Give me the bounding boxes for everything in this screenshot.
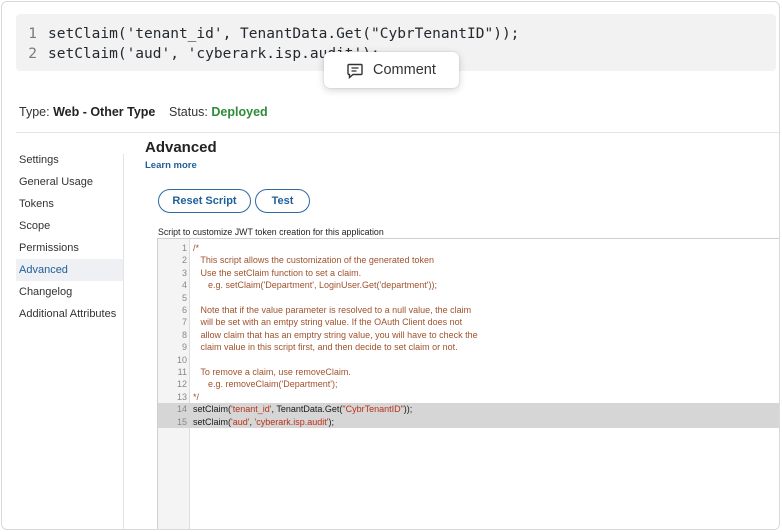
- editor-line-number: 6: [181, 305, 187, 315]
- comment-icon: [347, 63, 363, 79]
- test-button[interactable]: Test: [255, 189, 310, 213]
- sidebar-item-scope[interactable]: Scope: [16, 215, 123, 237]
- editor-line: 7 will be set with an emtpy string value…: [158, 316, 779, 328]
- editor-line: 1 /*: [158, 242, 779, 254]
- comment-token: e.g. setClaim('Department', LoginUser.Ge…: [193, 280, 437, 291]
- editor-line-number: 8: [181, 329, 187, 340]
- comment-label: Comment: [373, 62, 436, 78]
- comment-token: To remove a claim, use removeClaim.: [193, 367, 351, 377]
- comment-button[interactable]: Comment: [324, 52, 459, 88]
- editor-line-number: 15: [176, 416, 187, 427]
- editor-line: 15 setClaim('aud', 'cyberark.isp.audit');: [158, 415, 779, 428]
- snippet-line-code: setClaim('tenant_id', TenantData.Get("Cy…: [48, 26, 520, 42]
- string-token: 'tenant_id': [231, 404, 272, 415]
- comment-token: This script allows the customization of …: [193, 255, 434, 266]
- app-meta: Type: Web - Other Type Status: Deployed: [19, 105, 268, 119]
- editor-line: 13 */: [158, 391, 779, 403]
- editor-line-number: 13: [176, 391, 187, 402]
- editor-line: 12 e.g. removeClaim('Department');: [158, 378, 779, 390]
- editor-line-number: 10: [176, 354, 187, 365]
- editor-line-text: claim value in this script first, and th…: [193, 341, 458, 353]
- editor-line-text: */: [193, 391, 199, 403]
- editor-line: 11 To remove a claim, use removeClaim.: [158, 366, 779, 378]
- sidebar-item-general-usage[interactable]: General Usage: [16, 171, 123, 193]
- comment-token: Note that if the value parameter is reso…: [193, 305, 472, 315]
- code-token: setClaim(: [193, 416, 232, 427]
- editor-line-text: Use the setClaim function to set a claim…: [193, 267, 362, 279]
- status-value: Deployed: [211, 105, 268, 119]
- editor-line-number: 12: [176, 379, 187, 390]
- type-label: Type:: [19, 105, 50, 119]
- snippet-line-number: 2: [28, 46, 37, 62]
- editor-line-number: 3: [181, 267, 187, 278]
- editor-line-text: e.g. setClaim('Department', LoginUser.Ge…: [193, 279, 437, 291]
- sidebar-item-settings[interactable]: Settings: [16, 149, 123, 171]
- editor-line-number: 4: [181, 280, 187, 291]
- status: Status: Deployed: [169, 105, 268, 119]
- editor-line-text: setClaim('tenant_id', TenantData.Get("Cy…: [193, 403, 412, 415]
- sidebar-item-changelog[interactable]: Changelog: [16, 281, 123, 303]
- editor-line-text: setClaim('aud', 'cyberark.isp.audit');: [193, 416, 334, 428]
- page-title: Advanced: [145, 139, 217, 156]
- status-label: Status:: [169, 105, 208, 119]
- sidebar-item-advanced[interactable]: Advanced: [16, 259, 123, 281]
- editor-line: 4 e.g. setClaim('Department', LoginUser.…: [158, 279, 779, 291]
- sidebar-item-tokens[interactable]: Tokens: [16, 193, 123, 215]
- editor-line-number: 14: [176, 404, 187, 415]
- comment-token: allow claim that has an emptry string va…: [193, 329, 478, 340]
- editor-line-text: e.g. removeClaim('Department');: [193, 378, 337, 390]
- script-editor[interactable]: 1/* 2 This script allows the customizatio…: [157, 238, 779, 529]
- learn-more-link[interactable]: Learn more: [145, 160, 197, 171]
- string-token: 'cyberark.isp.audit': [254, 416, 329, 427]
- comment-token: claim value in this script first, and th…: [193, 342, 458, 353]
- editor-line-text: will be set with an emtpy string value. …: [193, 316, 463, 328]
- comment-token: will be set with an emtpy string value. …: [193, 317, 463, 328]
- snippet-line-number: 1: [28, 26, 37, 42]
- editor-line-text: allow claim that has an emptry string va…: [193, 329, 478, 341]
- editor-line-number: 11: [177, 367, 187, 377]
- editor-line-number: 7: [181, 317, 187, 328]
- editor-line-text: To remove a claim, use removeClaim.: [193, 366, 351, 378]
- string-token: 'aud': [231, 416, 250, 427]
- code-token: ));: [403, 404, 413, 415]
- editor-line: 8 allow claim that has an emptry string …: [158, 329, 779, 341]
- editor-line-text: This script allows the customization of …: [193, 254, 434, 266]
- code-token: setClaim(: [193, 404, 232, 415]
- editor-line-text: /*: [193, 242, 199, 254]
- editor-label: Script to customize JWT token creation f…: [158, 227, 384, 237]
- comment-token: */: [193, 391, 200, 402]
- editor-line: 2 This script allows the customization o…: [158, 254, 779, 266]
- editor-line-number: 2: [181, 255, 187, 266]
- reset-script-button[interactable]: Reset Script: [158, 189, 251, 213]
- type-value: Web - Other Type: [53, 105, 156, 119]
- comment-token: /*: [193, 243, 200, 253]
- comment-token: Use the setClaim function to set a claim…: [193, 267, 362, 278]
- code-token: );: [328, 416, 334, 427]
- app-window: 1 setClaim('tenant_id', TenantData.Get("C…: [1, 1, 780, 530]
- editor-line: 3 Use the setClaim function to set a cla…: [158, 267, 779, 279]
- sidebar-item-permissions[interactable]: Permissions: [16, 237, 123, 259]
- sidebar-item-additional-attributes[interactable]: Additional Attributes: [16, 303, 123, 325]
- header-divider: [16, 132, 779, 133]
- editor-line: 5: [158, 292, 779, 304]
- editor-line-number: 9: [181, 342, 187, 353]
- editor-line-number: 5: [181, 292, 187, 303]
- editor-line: 10: [158, 354, 779, 366]
- editor-line: 6 Note that if the value parameter is re…: [158, 304, 779, 316]
- editor-line-number: 1: [181, 243, 187, 253]
- editor-line: 14 setClaim('tenant_id', TenantData.Get("…: [158, 403, 779, 416]
- string-token: "CybrTenantID": [342, 404, 404, 415]
- sidebar-divider: [123, 154, 124, 529]
- code-token: , TenantData.Get(: [271, 404, 343, 415]
- editor-line: 9 claim value in this script first, and …: [158, 341, 779, 353]
- editor-line-text: Note that if the value parameter is reso…: [193, 304, 472, 316]
- comment-token: e.g. removeClaim('Department');: [193, 379, 338, 390]
